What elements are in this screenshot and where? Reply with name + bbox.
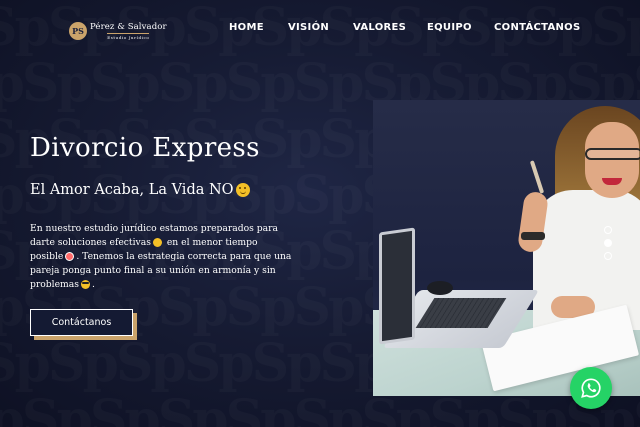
photo-watch [521,232,545,240]
hero-body-line: problemas [30,279,79,290]
hero-subtitle: El Amor Acaba, La Vida NO [30,182,250,198]
hero-photo [373,100,640,396]
hero-body-line: darte soluciones efectivas [30,237,151,248]
hero-body-line: En nuestro estudio jurídico estamos prep… [30,223,279,234]
nav-item-vision[interactable]: VISIÓN [288,22,329,33]
slider-dot-1[interactable] [604,226,612,234]
hero-body-line: . [91,279,95,290]
hero-body-line: posible [30,251,64,262]
whatsapp-button[interactable] [570,367,612,409]
nav-item-home[interactable]: HOME [229,22,264,33]
contact-cta-button[interactable]: Contáctanos [30,309,133,336]
smile-emoji-icon [152,238,162,247]
hero-description: En nuestro estudio jurídico estamos prep… [30,222,315,292]
nav-item-valores[interactable]: VALORES [353,22,406,33]
slider-pagination [604,226,614,265]
hero-title: Divorcio Express [30,133,260,163]
main-nav: HOME VISIÓN VALORES EQUIPO CONTÁCTANOS [0,22,640,36]
hero-subtitle-text: El Amor Acaba, La Vida NO [30,182,234,198]
slider-dot-3[interactable] [604,252,612,260]
hero-body-line: en el menor tiempo [166,237,258,248]
hero-body-line: . Tenemos la estrategia correcta para qu… [76,251,292,262]
wink-emoji-icon [235,183,250,197]
slider-dot-2[interactable] [604,239,612,247]
photo-mouse [427,281,453,295]
alarm-clock-emoji-icon [65,252,75,261]
hero-body-line: pareja ponga punto final a su unión en a… [30,265,276,276]
laptop-screen [379,227,415,345]
photo-pen [529,160,545,194]
whatsapp-icon [581,378,601,398]
nav-item-equipo[interactable]: EQUIPO [427,22,472,33]
nav-item-contactanos[interactable]: CONTÁCTANOS [494,22,581,33]
sunglasses-emoji-icon [80,280,90,289]
site-header: PS Pérez & Salvador Estudio Jurídico HOM… [0,0,640,58]
photo-glasses [585,148,640,160]
photo-face [585,122,639,198]
